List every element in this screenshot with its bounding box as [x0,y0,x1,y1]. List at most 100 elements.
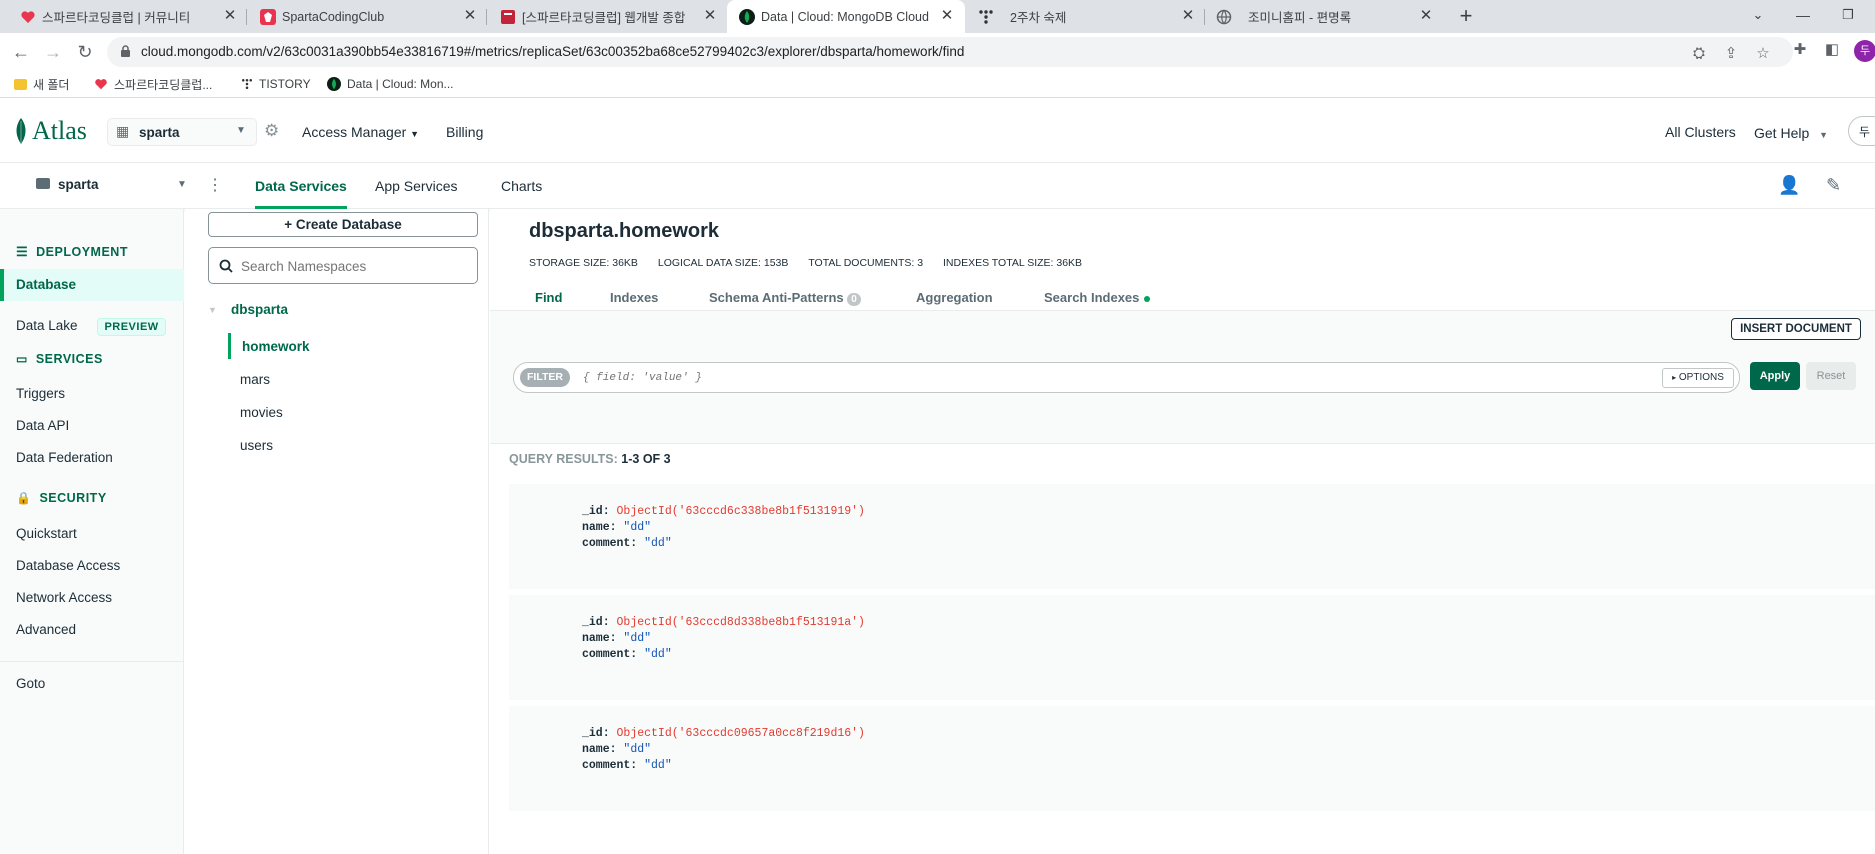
omnibox[interactable]: cloud.mongodb.com/v2/63c0031a390bb54e338… [107,37,1793,67]
search-icon [219,259,233,273]
back-arrow-icon[interactable]: ← [10,41,32,63]
search-namespaces-input[interactable] [239,254,469,278]
extensions-puzzle-icon[interactable]: ✚ [1790,40,1810,60]
get-help-menu[interactable]: Get Help ▼ [1754,125,1828,141]
close-icon[interactable]: ✕ [702,7,718,25]
folder-icon [36,178,50,189]
restore-icon[interactable]: ❐ [1838,5,1858,25]
add-user-icon[interactable]: 👤 [1778,175,1800,196]
vertical-ellipsis-icon[interactable]: ⋮ [207,175,223,195]
options-button[interactable]: ▸ OPTIONS [1662,368,1734,388]
minimize-icon[interactable]: — [1793,5,1813,25]
nav-item-advanced[interactable]: Advanced [16,622,76,637]
nav-item-data-api[interactable]: Data API [16,418,69,433]
url-text[interactable]: cloud.mongodb.com/v2/63c0031a390bb54e338… [141,44,964,59]
star-icon[interactable]: ☆ [1753,44,1773,64]
string-value: "dd" [623,521,652,534]
tab-search-chevron-icon[interactable]: ⌄ [1748,5,1768,25]
caret-down-icon: ▼ [177,179,187,190]
browser-tab[interactable]: 조미니홈피 - 편명록 ✕ [1216,0,1434,33]
reload-icon[interactable]: ↻ [74,41,96,63]
nav-item-database-access[interactable]: Database Access [16,558,120,573]
collection-main: dbsparta.homework STORAGE SIZE: 36KB LOG… [490,209,1875,854]
nav-item-label: Database [16,277,77,292]
collection-item-movies[interactable]: movies [240,405,283,420]
browser-tab[interactable]: 스파르타코딩클럽 | 커뮤니티 ✕ [20,0,238,33]
close-icon[interactable]: ✕ [939,7,955,25]
field-key: _id: [582,616,610,629]
schema-count-badge: 0 [847,293,861,306]
nav-item-network-access[interactable]: Network Access [16,590,112,605]
nav-item-triggers[interactable]: Triggers [16,386,65,401]
document-card[interactable]: _id: ObjectId('63cccd8d338be8b1f513191a'… [509,595,1875,700]
insert-document-button[interactable]: INSERT DOCUMENT [1731,318,1861,340]
access-manager-menu[interactable]: Access Manager ▼ [302,124,419,140]
status-dot [1144,296,1151,302]
org-selector[interactable]: ▦ sparta ▼ [107,118,257,146]
share-icon[interactable]: ⇪ [1721,44,1741,64]
browser-tab[interactable]: SpartaCodingClub ✕ [260,0,478,33]
close-icon[interactable]: ✕ [1418,7,1434,25]
lock-icon[interactable] [120,45,131,58]
nav-item-goto[interactable]: Goto [16,676,45,691]
tab-find[interactable]: Find [535,290,562,305]
document-card[interactable]: _id: ObjectId('63cccd6c338be8b1f5131919'… [509,484,1875,589]
services-icon: ▭ [16,352,28,366]
atlas-logo[interactable]: Atlas [14,116,87,146]
nav-item-data-federation[interactable]: Data Federation [16,450,113,465]
bookmark-item[interactable]: Data | Cloud: Mon... [327,75,454,93]
all-clusters-link[interactable]: All Clusters [1665,124,1736,140]
search-namespaces-field[interactable] [208,247,478,284]
user-menu-button[interactable]: 두 [1848,116,1875,146]
translate-icon[interactable]: ⛭ [1689,44,1709,64]
heart-icon [95,79,107,90]
create-database-button[interactable]: + Create Database [208,212,478,237]
billing-link[interactable]: Billing [446,124,483,140]
tab-app-services[interactable]: App Services [375,178,457,194]
close-icon[interactable]: ✕ [1180,7,1196,25]
apply-button[interactable]: Apply [1750,362,1800,390]
bookmark-item[interactable]: 스파르타코딩클럽... [94,75,212,93]
field-key: name: [582,521,617,534]
collection-item-users[interactable]: users [240,438,273,453]
profile-avatar[interactable]: 두 [1854,40,1875,62]
collection-item-mars[interactable]: mars [240,372,270,387]
close-icon[interactable]: ✕ [222,7,238,25]
bookmark-item[interactable]: TISTORY [241,75,311,93]
caret-down-icon[interactable]: ▼ [208,305,217,315]
nav-item-data-lake[interactable]: Data Lake PREVIEW [16,317,166,336]
get-help-label: Get Help [1754,125,1810,141]
tab-data-services[interactable]: Data Services [255,178,347,209]
active-collection-indicator [228,333,231,359]
nav-item-database[interactable]: Database [0,269,184,301]
tab-search-indexes[interactable]: Search Indexes [1044,290,1151,305]
folder-icon [14,78,27,90]
activity-feed-icon[interactable]: ✎ [1826,175,1841,196]
building-icon: ▦ [116,123,130,139]
filter-bar[interactable]: FILTER ▸ OPTIONS [513,362,1740,393]
stat-total-documents: TOTAL DOCUMENTS: 3 [808,257,924,269]
tab-indexes[interactable]: Indexes [610,290,658,305]
bookmark-folder[interactable]: 새 폴더 [14,75,69,93]
tab-schema-anti-patterns[interactable]: Schema Anti-Patterns 0 [709,290,861,306]
collection-item-homework[interactable]: homework [242,339,310,354]
filter-input[interactable] [581,368,1661,388]
reset-button[interactable]: Reset [1806,362,1856,390]
nav-item-quickstart[interactable]: Quickstart [16,526,77,541]
gear-icon[interactable]: ⚙ [264,121,279,141]
project-selector[interactable]: sparta ▼ [36,177,187,197]
side-panel-icon[interactable]: ◧ [1822,40,1842,60]
browser-tab[interactable]: 2주차 숙제 ✕ [978,0,1196,33]
browser-tab-active[interactable]: Data | Cloud: MongoDB Cloud ✕ [727,0,965,33]
browser-tab[interactable]: [스파르타코딩클럽] 웹개발 종합 ✕ [500,0,718,33]
section-label: DEPLOYMENT [36,245,128,259]
tab-charts[interactable]: Charts [501,178,542,194]
close-icon[interactable]: ✕ [462,7,478,25]
document-card[interactable]: _id: ObjectId('63cccdc09657a0cc8f219d16'… [509,706,1875,811]
forward-arrow-icon[interactable]: → [42,41,64,63]
new-tab-icon[interactable]: + [1454,4,1478,28]
tab-title: 스파르타코딩클럽 | 커뮤니티 [42,11,191,25]
database-name[interactable]: dbsparta [231,302,288,317]
tab-aggregation[interactable]: Aggregation [916,290,993,305]
field-key: _id: [582,727,610,740]
